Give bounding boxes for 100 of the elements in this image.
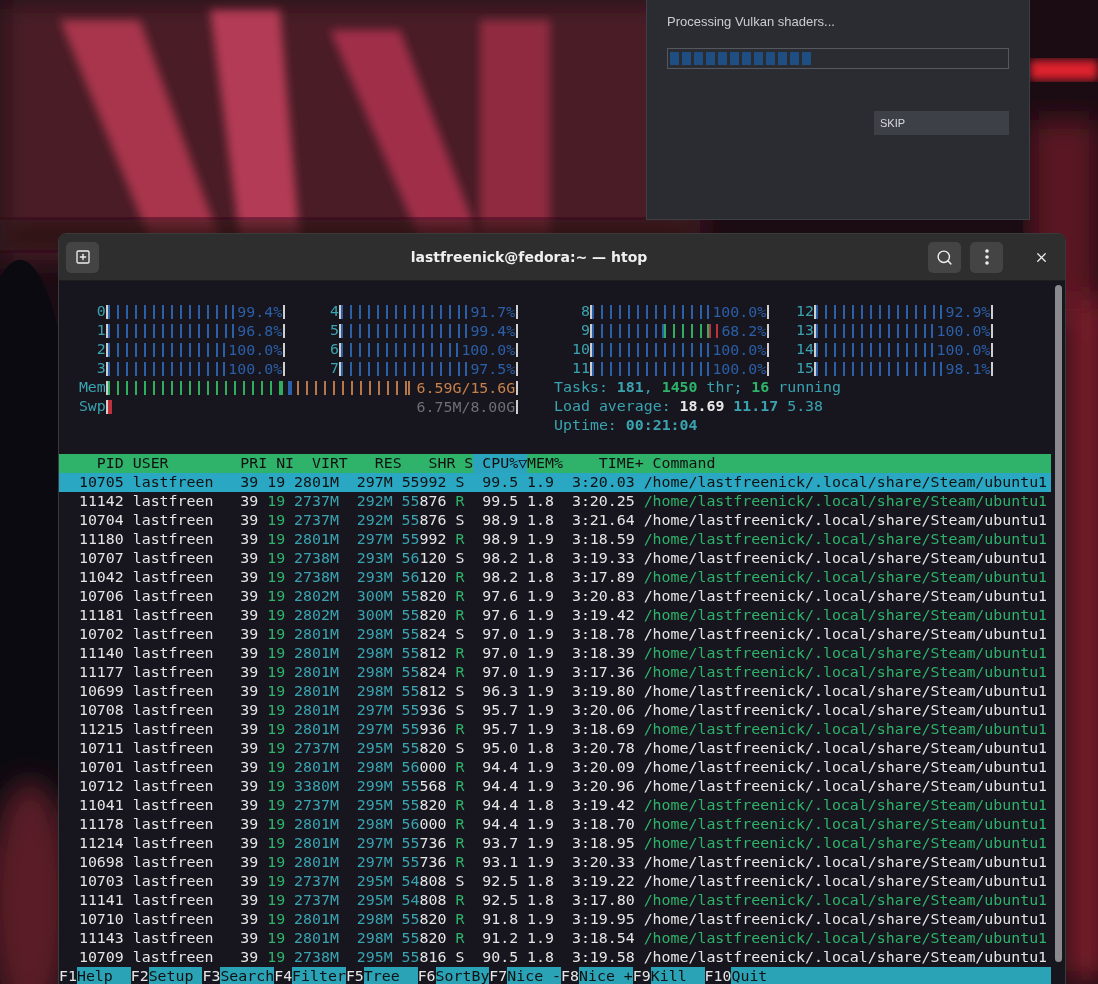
column-header[interactable]: SHR [401, 454, 456, 473]
table-row[interactable]: 11180 lastfreen 39 19 2801M 297M 55992 R 98.9 1.9 3:18.59 /home/lastfreenick/.local/share/Steam/ubuntu1 [59, 530, 1051, 549]
table-cell-text: 19 [266, 910, 286, 929]
table-cell-text: 99.5 [481, 473, 519, 492]
table-cell-text: 55992 [400, 473, 447, 492]
table-cell-text: R [454, 606, 465, 625]
table-cell-text: 39 [239, 720, 259, 739]
table-cell-text: 10708 [77, 701, 124, 720]
table-cell-text: 3:17.80 [570, 891, 635, 910]
table-cell-text: 97.6 [481, 587, 519, 606]
table-cell-text: 1.9 [526, 473, 554, 492]
meter-label: 9 [579, 321, 590, 340]
table-cell-text: 1.8 [526, 549, 554, 568]
meter-value: 6.75M/8.00G [416, 400, 516, 414]
table-cell-text: 56000 [400, 758, 447, 777]
table-cell-text: 55936 [400, 720, 447, 739]
table-cell-text: 298M [355, 663, 393, 682]
search-button[interactable] [928, 241, 961, 273]
table-row[interactable]: 10711 lastfreen 39 19 2737M 295M 55820 S 95.0 1.8 3:20.78 /home/lastfreenick/.local/share/Steam/ubuntu1 [59, 739, 1051, 758]
meter-label: 8 [579, 302, 590, 321]
skip-button[interactable]: SKIP [874, 111, 1009, 135]
table-cell-text: 3:20.09 [570, 758, 635, 777]
column-header[interactable]: TIME+ [562, 454, 644, 473]
column-header[interactable]: CPU%▽ [473, 454, 528, 473]
table-cell-text: 54808 [400, 891, 447, 910]
table-row[interactable]: 10710 lastfreen 39 19 2801M 298M 55820 R 91.8 1.9 3:19.95 /home/lastfreenick/.local/share/Steam/ubuntu1 [59, 910, 1051, 929]
table-cell-text: R [454, 530, 465, 549]
table-cell-text: 19 [266, 872, 286, 891]
table-row[interactable]: 10703 lastfreen 39 19 2737M 295M 54808 S 92.5 1.8 3:19.22 /home/lastfreenick/.local/share/Steam/ubuntu1 [59, 872, 1051, 891]
table-row[interactable]: 10706 lastfreen 39 19 2802M 300M 55820 R 97.6 1.9 3:20.83 /home/lastfreenick/.local/share/Steam/ubuntu1 [59, 587, 1051, 606]
plus-icon [74, 249, 91, 265]
table-cell-text: 55824 [400, 663, 447, 682]
table-cell-text: 297M [355, 720, 393, 739]
table-cell-text: 97.0 [481, 625, 519, 644]
table-row[interactable]: 11214 lastfreen 39 19 2801M 297M 55736 R 93.7 1.9 3:18.95 /home/lastfreenick/.local/share/Steam/ubuntu1 [59, 834, 1051, 853]
table-cell-text: 298M [355, 910, 393, 929]
new-tab-button[interactable] [66, 241, 99, 273]
table-cell-text: 11042 [77, 568, 124, 587]
column-header[interactable]: Command [643, 454, 1051, 473]
meter-label: 0 [95, 302, 106, 321]
table-row[interactable]: 10698 lastfreen 39 19 2801M 297M 55736 R 93.1 1.9 3:20.33 /home/lastfreenick/.local/share/Steam/ubuntu1 [59, 853, 1051, 872]
table-row[interactable]: 10701 lastfreen 39 19 2801M 298M 56000 R 94.4 1.9 3:20.09 /home/lastfreenick/.local/share/Steam/ubuntu1 [59, 758, 1051, 777]
table-row[interactable]: 10702 lastfreen 39 19 2801M 298M 55824 S 97.0 1.9 3:18.78 /home/lastfreenick/.local/share/Steam/ubuntu1 [59, 625, 1051, 644]
table-cell-text: 39 [239, 682, 259, 701]
table-cell-text: 1.8 [526, 492, 554, 511]
table-cell-text: 10704 [77, 511, 124, 530]
table-cell-text: 3:19.42 [570, 796, 635, 815]
table-cell-text: 297M [355, 834, 393, 853]
table-cell-text: 3:17.36 [570, 663, 635, 682]
table-row[interactable]: 11181 lastfreen 39 19 2802M 300M 55820 R 97.6 1.9 3:19.42 /home/lastfreenick/.local/share/Steam/ubuntu1 [59, 606, 1051, 625]
table-cell-text: 56120 [400, 568, 447, 587]
column-header[interactable]: PID [61, 454, 124, 473]
table-row[interactable]: 10712 lastfreen 39 19 3380M 299M 55568 R 94.4 1.9 3:20.96 /home/lastfreenick/.local/share/Steam/ubuntu1 [59, 777, 1051, 796]
menu-button[interactable] [970, 241, 1003, 273]
meter-value: 100.0% [712, 305, 767, 319]
table-row[interactable]: 10709 lastfreen 39 19 2738M 295M 55816 S 90.5 1.8 3:19.58 /home/lastfreenick/.local/share/Steam/ubuntu1 [59, 948, 1051, 967]
meter-value: 68.2% [721, 324, 767, 338]
table-cell-text: /home/lastfreenick/.local/share/Steam/ubuntu1 [642, 872, 1049, 891]
table-row[interactable]: 11177 lastfreen 39 19 2801M 298M 55824 R 97.0 1.9 3:17.36 /home/lastfreenick/.local/share/Steam/ubuntu1 [59, 663, 1051, 682]
table-cell-text: 11142 [77, 492, 124, 511]
table-cell-text: 10703 [77, 872, 124, 891]
table-cell-text: 2738M [293, 549, 339, 568]
table-row[interactable]: 10705 lastfreen 39 19 2801M 297M 55992 S 99.5 1.9 3:20.03 /home/lastfreenick/.local/share/Steam/ubuntu1 [59, 473, 1051, 492]
scrollbar-thumb[interactable] [1054, 285, 1062, 962]
table-row[interactable]: 11143 lastfreen 39 19 2801M 298M 55820 R 91.2 1.9 3:18.54 /home/lastfreenick/.local/share/Steam/ubuntu1 [59, 929, 1051, 948]
table-cell-text: /home/lastfreenick/.local/share/Steam/ubuntu1 [642, 606, 1049, 625]
column-header[interactable]: VIRT [294, 454, 348, 473]
column-header[interactable]: MEM% [527, 454, 563, 473]
table-cell-text: R [454, 568, 465, 587]
column-header[interactable]: USER [123, 454, 232, 473]
table-row[interactable]: 10708 lastfreen 39 19 2801M 297M 55936 S 95.7 1.9 3:20.06 /home/lastfreenick/.local/share/Steam/ubuntu1 [59, 701, 1051, 720]
column-header[interactable]: S [455, 454, 474, 473]
column-header[interactable]: RES [347, 454, 402, 473]
table-cell-text: 298M [355, 644, 393, 663]
table-cell-text: 3:21.64 [570, 511, 635, 530]
table-row[interactable]: 11041 lastfreen 39 19 2737M 295M 55820 R 94.4 1.8 3:19.42 /home/lastfreenick/.local/share/Steam/ubuntu1 [59, 796, 1051, 815]
meter-value: 99.4% [237, 305, 283, 319]
table-cell-text: /home/lastfreenick/.local/share/Steam/ubuntu1 [642, 815, 1049, 834]
column-header[interactable]: NI [267, 454, 295, 473]
status-line: Uptime: 00:21:04 [553, 416, 699, 435]
table-row[interactable]: 11215 lastfreen 39 19 2801M 297M 55936 R 95.7 1.9 3:18.69 /home/lastfreenick/.local/share/Steam/ubuntu1 [59, 720, 1051, 739]
table-cell-text: 2737M [293, 739, 339, 758]
table-row[interactable]: 11142 lastfreen 39 19 2737M 292M 55876 R 99.5 1.8 3:20.25 /home/lastfreenick/.local/share/Steam/ubuntu1 [59, 492, 1051, 511]
table-cell-text: 2801M [293, 720, 339, 739]
table-cell-text: 19 [266, 530, 286, 549]
table-cell-text: 1.9 [526, 929, 554, 948]
search-icon [936, 248, 953, 266]
table-row[interactable]: 11141 lastfreen 39 19 2737M 295M 54808 R 92.5 1.8 3:17.80 /home/lastfreenick/.local/share/Steam/ubuntu1 [59, 891, 1051, 910]
table-cell-text: lastfreen [131, 777, 215, 796]
table-cell-text: 39 [239, 872, 259, 891]
meter-value: 97.5% [470, 362, 516, 376]
table-row[interactable]: 10704 lastfreen 39 19 2737M 292M 55876 S 98.9 1.8 3:21.64 /home/lastfreenick/.local/share/Steam/ubuntu1 [59, 511, 1051, 530]
table-row[interactable]: 10707 lastfreen 39 19 2738M 293M 56120 S 98.2 1.8 3:19.33 /home/lastfreenick/.local/share/Steam/ubuntu1 [59, 549, 1051, 568]
table-row[interactable]: 11178 lastfreen 39 19 2801M 298M 56000 R 94.4 1.9 3:18.70 /home/lastfreenick/.local/share/Steam/ubuntu1 [59, 815, 1051, 834]
column-header[interactable]: PRI [231, 454, 268, 473]
table-row[interactable]: 11140 lastfreen 39 19 2801M 298M 55812 R 97.0 1.9 3:18.39 /home/lastfreenick/.local/share/Steam/ubuntu1 [59, 644, 1051, 663]
table-cell-text: 3:20.78 [570, 739, 635, 758]
table-cell-text: lastfreen [131, 473, 215, 492]
table-row[interactable]: 10699 lastfreen 39 19 2801M 298M 55812 S 96.3 1.9 3:19.80 /home/lastfreenick/.local/share/Steam/ubuntu1 [59, 682, 1051, 701]
table-row[interactable]: 11042 lastfreen 39 19 2738M 293M 56120 R 98.2 1.8 3:17.89 /home/lastfreenick/.local/share/Steam/ubuntu1 [59, 568, 1051, 587]
